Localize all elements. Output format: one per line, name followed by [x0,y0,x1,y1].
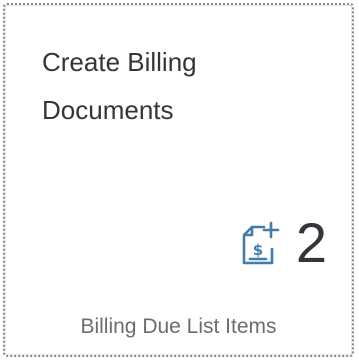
tile-title-line-2: Documents [42,95,174,125]
svg-text:$: $ [253,241,263,259]
add-invoice-icon: $ [242,221,280,265]
tile-footer: Billing Due List Items [80,315,277,338]
create-billing-documents-tile[interactable]: Create Billing Documents $ 2 Billing Due… [3,3,354,357]
tile-title-line-1: Create Billing [42,47,197,77]
tile-title: Create Billing Documents [42,38,322,134]
tile-kpi: $ 2 [240,205,328,281]
kpi-value: 2 [295,211,328,274]
